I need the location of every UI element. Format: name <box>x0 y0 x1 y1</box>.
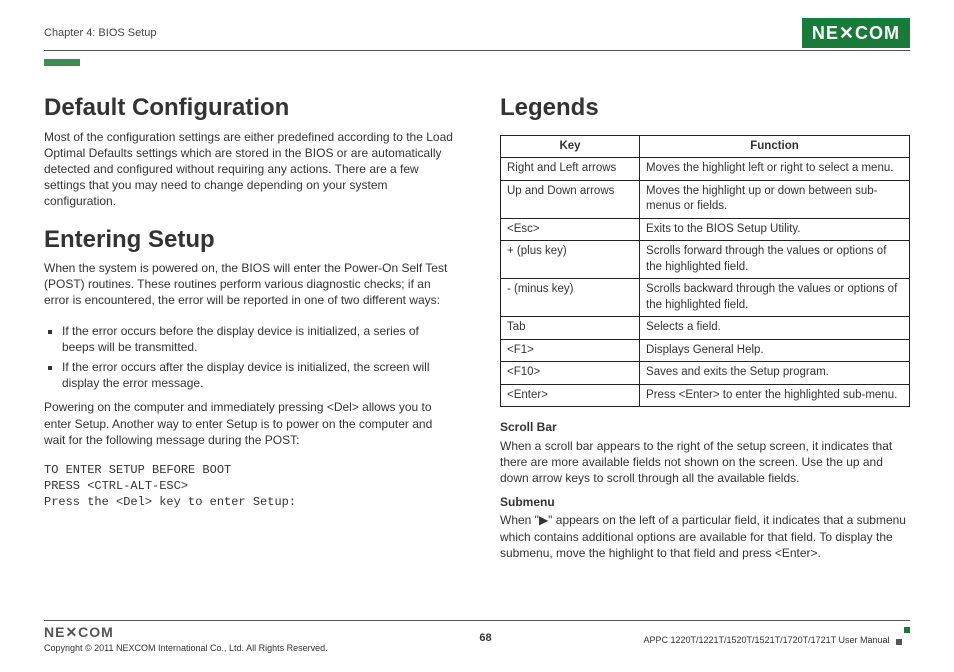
brand-logo: NE✕COM <box>802 18 910 48</box>
para-power: Powering on the computer and immediately… <box>44 399 454 448</box>
cell-key: Right and Left arrows <box>501 158 640 181</box>
cell-func: Scrolls backward through the values or o… <box>640 279 910 317</box>
chapter-label: Chapter 4: BIOS Setup <box>44 26 157 41</box>
cell-key: <Enter> <box>501 384 640 407</box>
cell-key: <Esc> <box>501 218 640 241</box>
accent-bar <box>44 59 80 66</box>
cell-func: Saves and exits the Setup program. <box>640 362 910 385</box>
cell-key: <F10> <box>501 362 640 385</box>
para-scrollbar: When a scroll bar appears to the right o… <box>500 438 910 487</box>
footer-squares-icon <box>896 631 910 643</box>
para-default: Most of the configuration settings are e… <box>44 129 454 210</box>
cell-func: Press <Enter> to enter the highlighted s… <box>640 384 910 407</box>
footer-manual: APPC 1220T/1221T/1520T/1521T/1720T/1721T… <box>643 635 889 645</box>
para-submenu: When "▶" appears on the left of a partic… <box>500 512 910 561</box>
bullet-item: If the error occurs after the display de… <box>62 359 454 391</box>
table-row: + (plus key)Scrolls forward through the … <box>501 241 910 279</box>
cell-func: Displays General Help. <box>640 339 910 362</box>
footer-logo: NE✕COM <box>44 623 328 642</box>
subhead-submenu: Submenu <box>500 494 910 510</box>
cell-key: <F1> <box>501 339 640 362</box>
footer-right: APPC 1220T/1221T/1520T/1521T/1720T/1721T… <box>643 631 910 646</box>
cell-func: Moves the highlight left or right to sel… <box>640 158 910 181</box>
logo-text: NE✕COM <box>812 21 900 45</box>
table-row: TabSelects a field. <box>501 317 910 340</box>
page-number: 68 <box>479 631 491 646</box>
cell-func: Exits to the BIOS Setup Utility. <box>640 218 910 241</box>
left-column: Default Configuration Most of the config… <box>44 92 454 610</box>
table-row: <F1>Displays General Help. <box>501 339 910 362</box>
cell-func: Selects a field. <box>640 317 910 340</box>
cell-key: Up and Down arrows <box>501 180 640 218</box>
cell-key: Tab <box>501 317 640 340</box>
cell-key: - (minus key) <box>501 279 640 317</box>
cell-func: Scrolls forward through the values or op… <box>640 241 910 279</box>
th-function: Function <box>640 135 910 158</box>
bullet-item: If the error occurs before the display d… <box>62 323 454 355</box>
table-row: <Enter>Press <Enter> to enter the highli… <box>501 384 910 407</box>
heading-entering-setup: Entering Setup <box>44 224 454 256</box>
cell-key: + (plus key) <box>501 241 640 279</box>
error-bullet-list: If the error occurs before the display d… <box>62 323 454 392</box>
right-column: Legends Key Function Right and Left arro… <box>500 92 910 610</box>
para-entering: When the system is powered on, the BIOS … <box>44 260 454 309</box>
table-row: <Esc>Exits to the BIOS Setup Utility. <box>501 218 910 241</box>
footer-left: NE✕COM Copyright © 2011 NEXCOM Internati… <box>44 623 328 654</box>
table-row: <F10>Saves and exits the Setup program. <box>501 362 910 385</box>
heading-default-configuration: Default Configuration <box>44 92 454 124</box>
legends-table: Key Function Right and Left arrowsMoves … <box>500 135 910 408</box>
th-key: Key <box>501 135 640 158</box>
footer-copyright: Copyright © 2011 NEXCOM International Co… <box>44 642 328 654</box>
table-row: Up and Down arrowsMoves the highlight up… <box>501 180 910 218</box>
code-block: TO ENTER SETUP BEFORE BOOT PRESS <CTRL-A… <box>44 462 454 511</box>
heading-legends: Legends <box>500 92 910 124</box>
cell-func: Moves the highlight up or down between s… <box>640 180 910 218</box>
table-row: - (minus key)Scrolls backward through th… <box>501 279 910 317</box>
subhead-scrollbar: Scroll Bar <box>500 419 910 435</box>
table-row: Right and Left arrowsMoves the highlight… <box>501 158 910 181</box>
